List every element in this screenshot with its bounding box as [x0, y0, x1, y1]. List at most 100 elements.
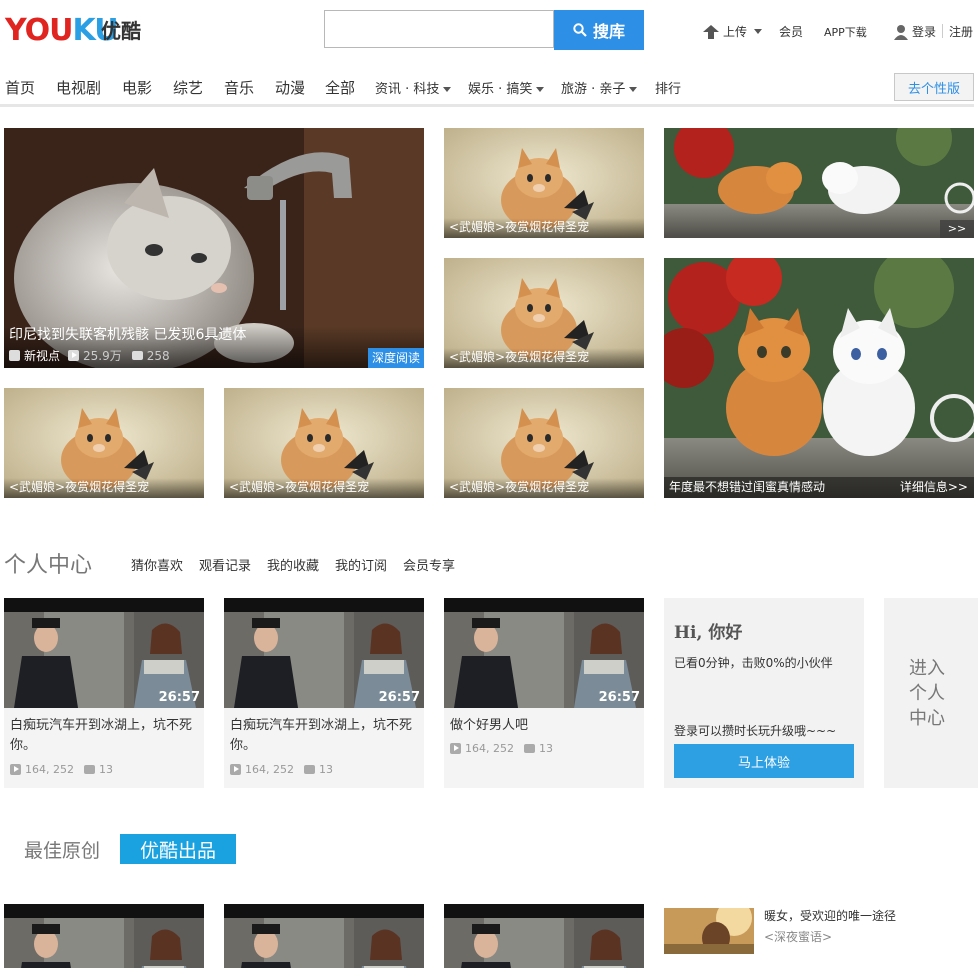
upload-icon: [703, 24, 719, 39]
greeting-title: Hi, 你好: [674, 623, 743, 643]
nav-item-movie[interactable]: 电影: [122, 77, 152, 99]
nav-item-anime[interactable]: 动漫: [275, 77, 305, 99]
video-thumb-caption: <武媚娘>夜赏烟花得圣宠: [444, 478, 644, 498]
chevron-down-icon: [536, 87, 545, 92]
register-link[interactable]: 注册: [949, 23, 973, 40]
tab-favorites[interactable]: 我的收藏: [267, 555, 319, 574]
nav-dropdown-travel[interactable]: 旅游 · 亲子: [561, 79, 638, 101]
nav-dropdown-fun[interactable]: 娱乐 · 搞笑: [468, 79, 545, 101]
featured-caption-text: 年度最不想错过闺蜜真情感动: [669, 480, 826, 494]
comment-count: 13: [98, 763, 113, 776]
watch-stats: 已看0分钟，击败0%的小伙伴: [674, 656, 833, 670]
play-icon: [450, 743, 461, 754]
hero-main-source: 新视点: [24, 349, 61, 363]
video-card-title: 白痴玩汽车开到冰湖上，坑不死你。: [230, 718, 413, 753]
featured-caption: 年度最不想错过闺蜜真情感动 详细信息>>: [664, 477, 974, 498]
upload-menu[interactable]: 上传: [702, 23, 763, 40]
nav-item-all[interactable]: 全部: [325, 77, 355, 99]
tab-vip[interactable]: 会员专享: [403, 555, 455, 574]
login-prompt-panel: Hi, 你好 已看0分钟，击败0%的小伙伴 登录可以攒时长玩升级哦~~~ 马上体…: [664, 598, 864, 788]
video-thumb[interactable]: <武媚娘>夜赏烟花得圣宠: [224, 388, 424, 498]
view-count: 164, 252: [465, 742, 514, 755]
view-count: 164, 252: [245, 763, 294, 776]
chevron-down-icon: [629, 87, 638, 92]
app-download-link[interactable]: APP下载: [824, 24, 867, 40]
nav-dropdown-news[interactable]: 资讯 · 科技: [375, 79, 452, 101]
comment-icon: [303, 765, 315, 774]
enter-line: 中心: [909, 708, 945, 729]
featured-video[interactable]: 年度最不想错过闺蜜真情感动 详细信息>>: [664, 258, 974, 498]
video-card[interactable]: 26:57 白痴玩汽车开到冰湖上，坑不死你。 164, 252 13: [224, 598, 424, 788]
video-thumb-image: [224, 904, 424, 968]
try-now-button[interactable]: 马上体验: [674, 744, 854, 778]
side-video-image: [664, 908, 754, 954]
featured-image: [664, 258, 974, 498]
video-thumb-image: [444, 904, 644, 968]
chevron-down-icon: [443, 87, 452, 92]
view-count: 164, 252: [25, 763, 74, 776]
enter-line: 进入: [909, 658, 945, 679]
duration-label: 26:57: [598, 690, 640, 705]
video-thumb[interactable]: [4, 904, 204, 968]
deep-read-badge[interactable]: 深度阅读: [367, 348, 424, 368]
side-video-thumb[interactable]: [664, 908, 754, 954]
video-card-thumb: 26:57: [444, 598, 644, 708]
hero-main-video[interactable]: 印尼找到失联客机残骸 已发现6具遗体 新视点 25.9万 258 深度阅读: [4, 128, 424, 368]
side-video-source[interactable]: <深夜蜜语>: [764, 928, 832, 945]
comment-count: 13: [538, 742, 553, 755]
hero-main-comments: 258: [146, 348, 170, 363]
nav-item-home[interactable]: 首页: [5, 77, 35, 99]
video-card-meta: 164, 252 13: [230, 763, 333, 776]
duration-label: 26:57: [158, 690, 200, 705]
video-thumb[interactable]: [444, 904, 644, 968]
search-input[interactable]: [324, 10, 554, 48]
enter-label: 进入 个人 中心: [909, 656, 945, 731]
search-icon: [573, 23, 587, 37]
hero-main-meta: 新视点 25.9万 258: [9, 347, 170, 364]
comment-icon: [523, 744, 535, 753]
nav-item-rank[interactable]: 排行: [655, 79, 681, 101]
video-thumb-caption: <武媚娘>夜赏烟花得圣宠: [444, 348, 644, 368]
video-card-thumb: 26:57: [4, 598, 204, 708]
login-hint: 登录可以攒时长玩升级哦~~~: [674, 724, 837, 738]
play-icon: [10, 764, 21, 775]
tab-history[interactable]: 观看记录: [199, 555, 251, 574]
side-video-title[interactable]: 暖女，受欢迎的唯一途径: [764, 907, 896, 924]
login-label: 登录: [912, 25, 937, 39]
tab-subscriptions[interactable]: 我的订阅: [335, 555, 387, 574]
video-thumb[interactable]: <武媚娘>夜赏烟花得圣宠: [444, 388, 644, 498]
video-thumb[interactable]: <武媚娘>夜赏烟花得圣宠: [444, 128, 644, 238]
video-card[interactable]: 26:57 做个好男人吧 164, 252 13: [444, 598, 644, 788]
banner-thumb[interactable]: >>: [664, 128, 974, 238]
video-card[interactable]: 26:57 白痴玩汽车开到冰湖上，坑不死你。 164, 252 13: [4, 598, 204, 788]
tab-best-original[interactable]: 最佳原创: [24, 836, 100, 863]
video-card-title: 白痴玩汽车开到冰湖上，坑不死你。: [10, 718, 193, 753]
video-card-title: 做个好男人吧: [450, 718, 529, 733]
upload-label: 上传: [723, 25, 748, 39]
enter-personal-center[interactable]: 进入 个人 中心: [884, 598, 978, 788]
video-thumb-caption: <武媚娘>夜赏烟花得圣宠: [4, 478, 204, 498]
video-thumb[interactable]: <武媚娘>夜赏烟花得圣宠: [444, 258, 644, 368]
vip-link[interactable]: 会员: [779, 23, 803, 40]
featured-more-link[interactable]: 详细信息>>: [900, 478, 968, 496]
personal-version-button[interactable]: 去个性版: [894, 73, 974, 101]
tab-youku-produced[interactable]: 优酷出品: [120, 834, 236, 864]
nav-item-music[interactable]: 音乐: [224, 77, 254, 99]
play-icon: [68, 350, 80, 361]
more-arrows-icon[interactable]: >>: [940, 220, 974, 238]
login-link[interactable]: 登录: [893, 23, 936, 40]
nav-item-variety[interactable]: 综艺: [173, 77, 203, 99]
video-thumb[interactable]: [224, 904, 424, 968]
logo-cn: 优酷: [101, 19, 141, 43]
search-button[interactable]: 搜库: [554, 10, 644, 50]
nav-item-tv[interactable]: 电视剧: [56, 77, 101, 99]
user-icon: [9, 350, 20, 361]
hero-main-views: 25.9万: [83, 349, 122, 363]
section-title: 个人中心: [4, 553, 93, 578]
tab-guess[interactable]: 猜你喜欢: [131, 555, 183, 574]
play-icon: [230, 764, 241, 775]
nav-dropdown-label: 娱乐 · 搞笑: [468, 82, 533, 97]
video-thumb[interactable]: <武媚娘>夜赏烟花得圣宠: [4, 388, 204, 498]
nav-divider: [0, 104, 974, 107]
user-icon: [894, 24, 908, 40]
